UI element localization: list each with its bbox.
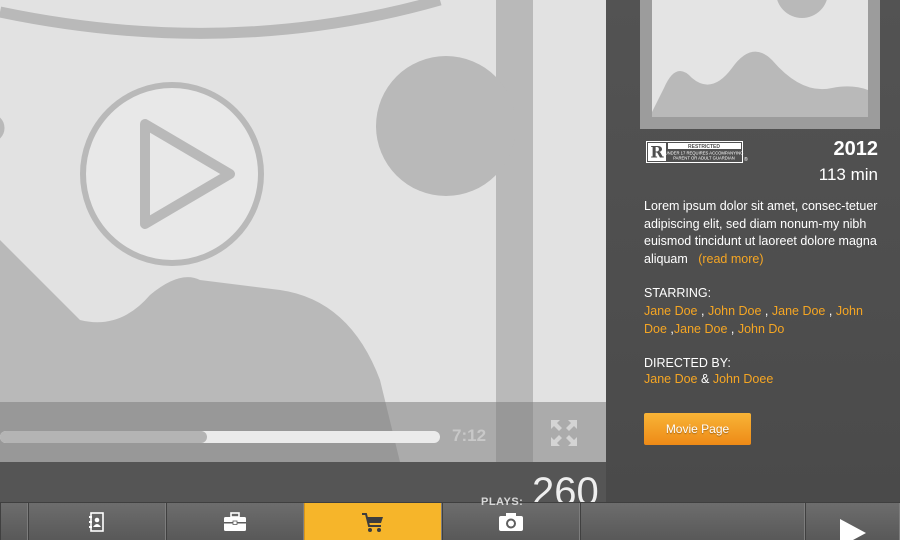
tab-camera[interactable] bbox=[442, 503, 580, 540]
actor-link[interactable]: John Do bbox=[738, 322, 785, 336]
actor-link[interactable]: John Doe bbox=[708, 304, 762, 318]
rating-title: RESTRICTED bbox=[688, 144, 720, 150]
tab-briefcase[interactable] bbox=[166, 503, 304, 540]
tab-cart[interactable] bbox=[304, 503, 442, 540]
directors-separator: & bbox=[701, 372, 710, 386]
rating-line2: PARENT OR ADULT GUARDIAN bbox=[673, 156, 735, 161]
release-year: 2012 bbox=[833, 138, 879, 160]
briefcase-icon bbox=[224, 512, 246, 531]
fullscreen-icon[interactable] bbox=[549, 418, 579, 448]
tab-contacts[interactable] bbox=[28, 503, 166, 540]
video-player[interactable]: 7:12 bbox=[0, 0, 606, 462]
poster-placeholder bbox=[652, 0, 868, 117]
progress-fill bbox=[0, 431, 207, 443]
director-link[interactable]: Jane Doe bbox=[644, 372, 698, 386]
tab-edge-left[interactable] bbox=[0, 503, 28, 540]
contacts-icon bbox=[89, 512, 104, 532]
rating-letter: R bbox=[650, 143, 664, 162]
video-placeholder-graphic bbox=[0, 0, 533, 462]
image-placeholder-icon bbox=[652, 0, 868, 117]
tab-play[interactable] bbox=[805, 503, 900, 540]
movie-page-button[interactable]: Movie Page bbox=[644, 413, 751, 445]
directed-heading: DIRECTED BY: bbox=[644, 356, 731, 370]
movie-info-panel: R RESTRICTED UNDER 17 REQUIRES ACCOMPANY… bbox=[606, 0, 900, 505]
player-controls: 7:12 bbox=[0, 402, 606, 462]
play-icon bbox=[839, 519, 866, 540]
starring-list: Jane Doe , John Doe , Jane Doe , John Do… bbox=[644, 304, 863, 336]
directors-list: Jane Doe & John Doee bbox=[644, 372, 773, 386]
svg-text:®: ® bbox=[744, 156, 748, 163]
read-more-link[interactable]: (read more) bbox=[698, 252, 763, 266]
actor-link[interactable]: Jane Doe bbox=[674, 322, 728, 336]
time-display: 7:12 bbox=[452, 426, 487, 445]
runtime: 113 min bbox=[818, 165, 878, 184]
movie-poster[interactable] bbox=[640, 0, 880, 129]
progress-bar[interactable] bbox=[0, 431, 440, 443]
actor-link[interactable]: Jane Doe bbox=[644, 304, 698, 318]
synopsis: Lorem ipsum dolor sit amet, consec-tetue… bbox=[644, 198, 884, 268]
plays-label: PLAYS: bbox=[481, 496, 524, 508]
director-link[interactable]: John Doee bbox=[713, 372, 773, 386]
actor-link[interactable]: Jane Doe bbox=[772, 304, 826, 318]
camera-icon bbox=[499, 513, 523, 531]
app-screen: 7:12 R RESTRICTED UNDER 17 REQUIRES ACCO… bbox=[0, 0, 900, 540]
cart-icon bbox=[362, 513, 383, 532]
starring-heading: STARRING: bbox=[644, 286, 712, 300]
rating-badge: R RESTRICTED UNDER 17 REQUIRES ACCOMPANY… bbox=[646, 141, 749, 163]
tab-empty[interactable] bbox=[580, 503, 805, 540]
tab-bar bbox=[0, 502, 900, 540]
